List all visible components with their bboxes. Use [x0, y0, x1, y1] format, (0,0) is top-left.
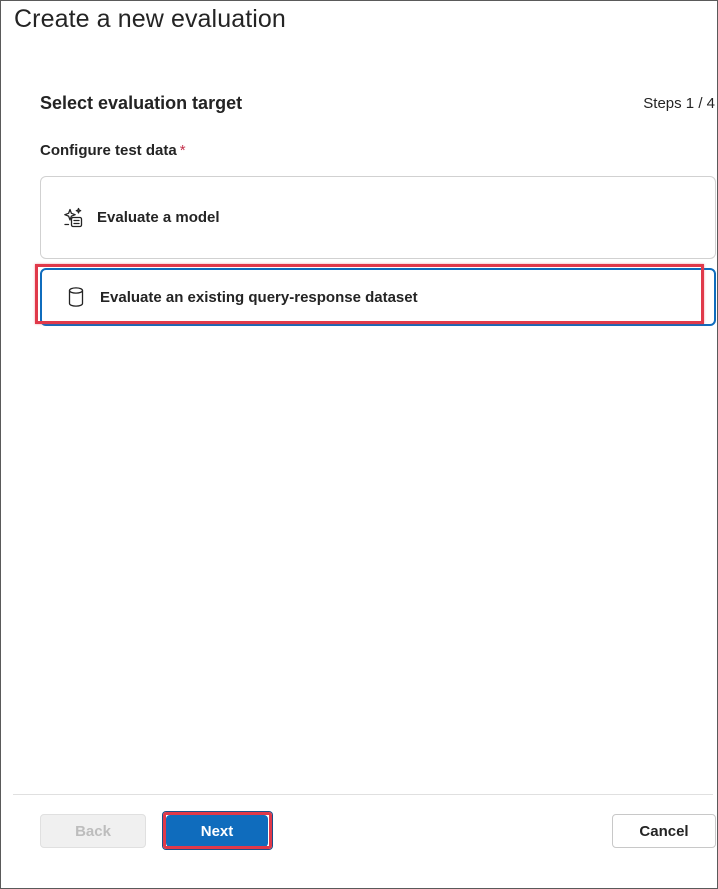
database-icon	[64, 285, 88, 309]
sparkle-list-icon	[61, 206, 85, 230]
required-marker: *	[179, 142, 186, 159]
footer-divider	[13, 794, 713, 795]
evaluation-dialog: Create a new evaluation Select evaluatio…	[0, 0, 718, 889]
dialog-title: Create a new evaluation	[14, 5, 286, 33]
next-button[interactable]: Next	[166, 815, 268, 847]
step-indicator: Steps 1 / 4	[643, 95, 715, 112]
field-label-text: Configure test data	[40, 142, 177, 159]
option-evaluate-dataset[interactable]: Evaluate an existing query-response data…	[40, 268, 716, 326]
configure-test-data-label: Configure test data *	[40, 142, 186, 159]
section-heading: Select evaluation target	[40, 93, 243, 113]
option-label: Evaluate an existing query-response data…	[100, 288, 418, 306]
option-label: Evaluate a model	[97, 209, 220, 226]
back-button[interactable]: Back	[40, 814, 146, 848]
option-evaluate-model[interactable]: Evaluate a model	[40, 176, 716, 259]
cancel-button[interactable]: Cancel	[612, 814, 716, 848]
